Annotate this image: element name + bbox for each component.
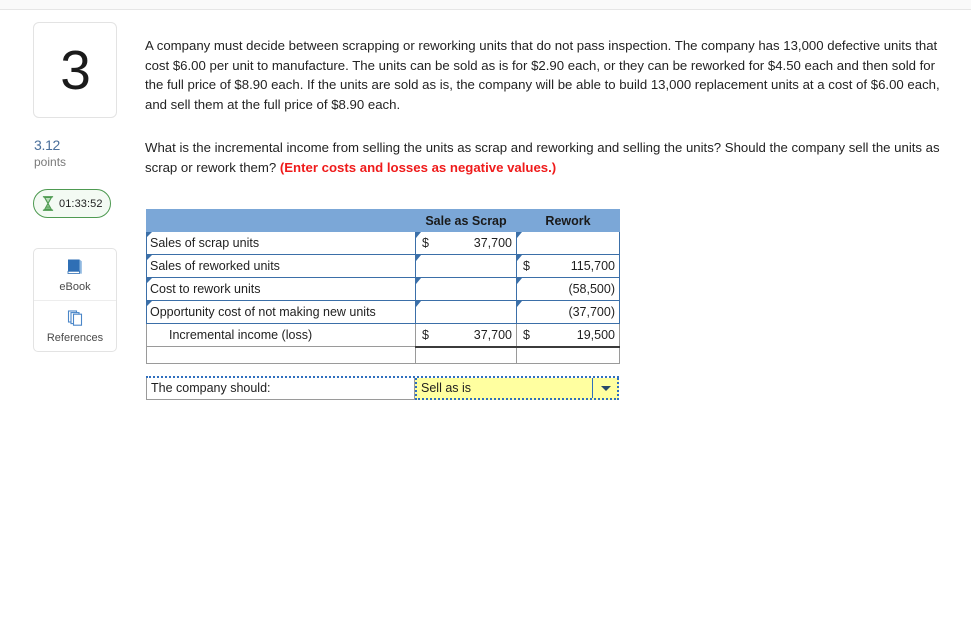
total-label: Incremental income (loss) xyxy=(169,327,313,342)
total-value: 37,700 xyxy=(473,327,512,342)
cell-handle-icon xyxy=(517,255,522,261)
question-number-card: 3 xyxy=(33,22,117,118)
cell-value: (58,500) xyxy=(568,282,615,296)
rework-input-cell[interactable]: (58,500) xyxy=(516,277,620,301)
dropdown-divider xyxy=(592,378,593,398)
table-row: Sales of scrap units $ 37,700 xyxy=(146,231,620,255)
answer-worksheet: Sale as Scrap Rework Sales of scrap unit… xyxy=(146,209,620,364)
timer-badge: 01:33:52 xyxy=(33,189,111,218)
references-label: References xyxy=(46,332,104,344)
book-icon xyxy=(67,259,82,274)
total-rework-cell: $ 19,500 xyxy=(516,323,620,347)
decision-label: The company should: xyxy=(146,378,415,400)
currency-symbol: $ xyxy=(422,236,429,250)
ebook-label: eBook xyxy=(59,280,91,293)
cell-value: 115,700 xyxy=(570,259,615,273)
rework-input-cell[interactable]: $ 115,700 xyxy=(516,254,620,278)
column-header-blank xyxy=(146,209,416,232)
spacer-cell-underline xyxy=(516,345,620,364)
question-paragraph-1: A company must decide between scrapping … xyxy=(145,38,940,112)
chevron-down-icon xyxy=(601,386,611,391)
points-label: points xyxy=(34,155,67,169)
total-scrap-cell: $ 37,700 xyxy=(415,323,517,347)
question-instruction-emphasis: (Enter costs and losses as negative valu… xyxy=(279,159,557,175)
spacer-cell-underline xyxy=(415,345,517,364)
points-block: 3.12 points xyxy=(33,137,117,170)
worksheet-header-row: Sale as Scrap Rework xyxy=(146,209,620,232)
cell-value: 37,700 xyxy=(473,236,512,250)
table-row: Sales of reworked units $ 115,700 xyxy=(146,254,620,278)
row-label: Cost to rework units xyxy=(150,281,261,296)
row-label-cell[interactable]: Cost to rework units xyxy=(146,277,416,301)
cell-handle-icon xyxy=(147,255,152,260)
currency-symbol: $ xyxy=(523,259,530,273)
currency-symbol: $ xyxy=(422,327,429,342)
spacer-cell xyxy=(146,346,416,364)
column-header-rework: Rework xyxy=(516,209,620,232)
row-label-cell[interactable]: Sales of reworked units xyxy=(146,254,416,278)
scrap-input-cell[interactable] xyxy=(415,254,517,278)
cell-handle-icon xyxy=(517,278,522,284)
scrap-input-cell[interactable]: $ 37,700 xyxy=(415,231,517,255)
pages-stack-icon xyxy=(67,310,83,326)
browser-top-strip xyxy=(0,0,971,10)
total-label-cell: Incremental income (loss) xyxy=(146,323,416,347)
row-label: Sales of reworked units xyxy=(150,258,280,273)
scrap-input-cell[interactable] xyxy=(415,300,517,324)
row-label: Sales of scrap units xyxy=(150,235,260,250)
decision-dropdown[interactable]: Sell as is xyxy=(415,378,619,400)
decision-row: The company should: Sell as is xyxy=(146,376,619,400)
cell-handle-icon xyxy=(416,232,421,238)
currency-symbol: $ xyxy=(523,327,530,342)
table-row: Cost to rework units (58,500) xyxy=(146,277,620,301)
cell-handle-icon xyxy=(416,255,421,261)
worksheet-table: Sale as Scrap Rework Sales of scrap unit… xyxy=(146,209,620,364)
tools-card: eBook References xyxy=(33,248,117,352)
cell-handle-icon xyxy=(416,301,421,307)
question-body: A company must decide between scrapping … xyxy=(145,36,950,178)
timer-value: 01:33:52 xyxy=(59,197,103,210)
rework-input-cell[interactable]: (37,700) xyxy=(516,300,620,324)
column-header-sale-as-scrap: Sale as Scrap xyxy=(415,209,517,232)
rework-input-cell[interactable] xyxy=(516,231,620,255)
question-number: 3 xyxy=(60,38,91,101)
cell-handle-icon xyxy=(147,278,152,283)
ebook-button[interactable]: eBook xyxy=(34,249,116,300)
hourglass-icon xyxy=(42,196,54,211)
cell-value: (37,700) xyxy=(568,305,615,319)
question-paragraph-2: What is the incremental income from sell… xyxy=(145,138,950,177)
cell-handle-icon xyxy=(517,232,522,238)
total-row: Incremental income (loss) $ 37,700 $ 19,… xyxy=(146,323,620,347)
cell-handle-icon xyxy=(147,301,152,306)
table-row: Opportunity cost of not making new units… xyxy=(146,300,620,324)
question-sidebar: 3 3.12 points 01:33:52 eBook References xyxy=(33,22,117,352)
points-value: 3.12 xyxy=(34,137,61,153)
decision-selected-value: Sell as is xyxy=(421,381,472,395)
row-label-cell[interactable]: Sales of scrap units xyxy=(146,231,416,255)
spacer-row xyxy=(146,345,620,364)
row-label: Opportunity cost of not making new units xyxy=(150,304,376,319)
total-value: 19,500 xyxy=(576,327,615,342)
cell-handle-icon xyxy=(517,301,522,307)
references-button[interactable]: References xyxy=(34,300,116,351)
cell-handle-icon xyxy=(416,278,421,284)
row-label-cell[interactable]: Opportunity cost of not making new units xyxy=(146,300,416,324)
scrap-input-cell[interactable] xyxy=(415,277,517,301)
cell-handle-icon xyxy=(147,232,152,237)
